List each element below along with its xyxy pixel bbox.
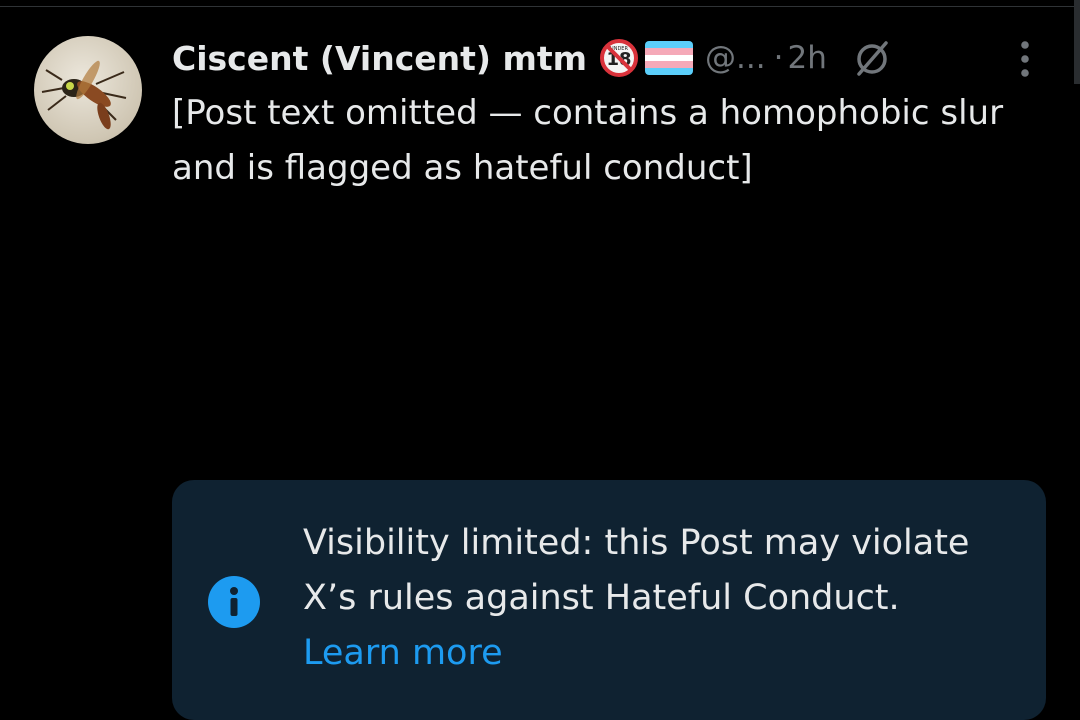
avatar[interactable] bbox=[34, 36, 142, 144]
post-body: [Post text omitted — contains a homophob… bbox=[172, 93, 1004, 188]
top-divider bbox=[0, 6, 1080, 7]
author-handle[interactable]: @... bbox=[705, 40, 766, 76]
post-header: Ciscent (Vincent) mtm 18 UNDER @... · 2h bbox=[172, 30, 891, 86]
info-icon bbox=[208, 576, 260, 628]
under-18-icon: 18 UNDER bbox=[600, 39, 639, 77]
separator-dot: · bbox=[773, 40, 784, 76]
trans-flag-icon bbox=[645, 41, 694, 75]
insect-icon bbox=[41, 60, 127, 130]
null-sign-icon bbox=[857, 41, 888, 76]
post-time[interactable]: 2h bbox=[787, 40, 826, 76]
notice-text: Visibility limited: this Post may violat… bbox=[303, 516, 1023, 681]
scrollbar-edge bbox=[1074, 0, 1080, 84]
author-name[interactable]: Ciscent (Vincent) mtm bbox=[172, 39, 587, 78]
visibility-notice: Visibility limited: this Post may violat… bbox=[172, 480, 1046, 720]
more-vertical-icon[interactable] bbox=[1008, 38, 1042, 80]
learn-more-link[interactable]: Learn more bbox=[303, 633, 503, 673]
notice-message: Visibility limited: this Post may violat… bbox=[303, 523, 970, 618]
